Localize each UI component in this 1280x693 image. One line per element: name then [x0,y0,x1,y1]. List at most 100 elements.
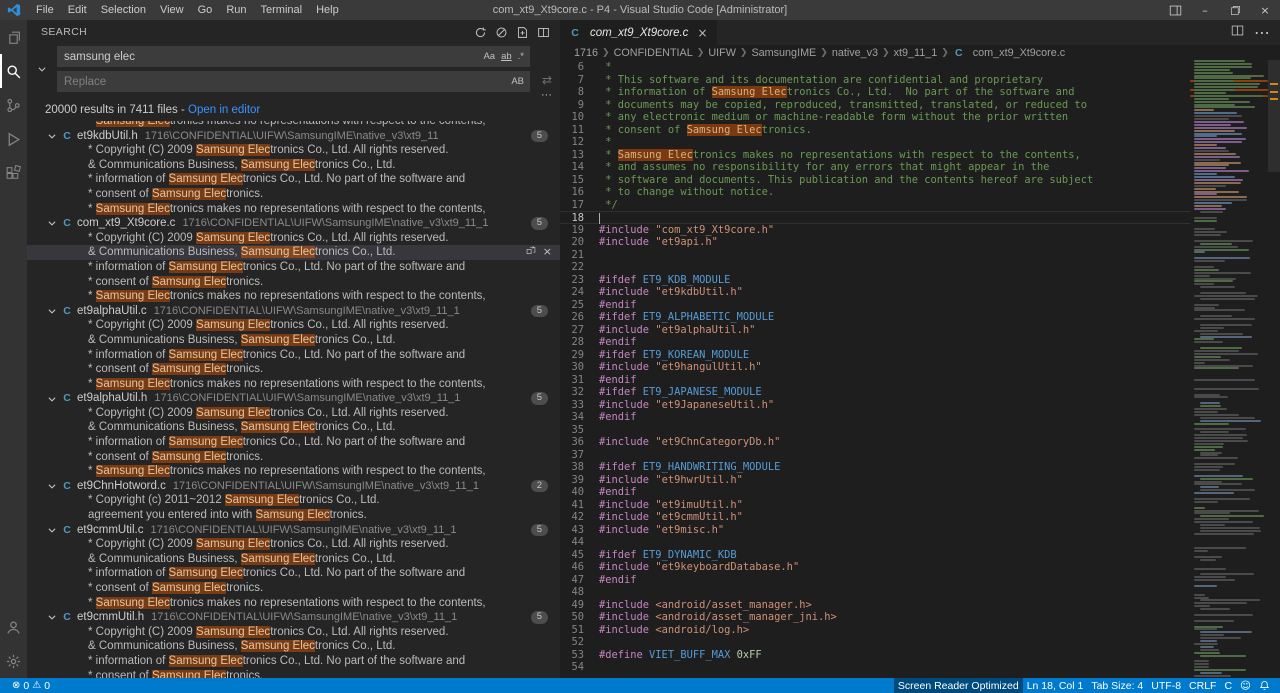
scrollbar-slider[interactable] [1268,60,1280,172]
search-result-match[interactable]: & Communications Business, Samsung Elect… [27,245,560,260]
chevron-down-icon[interactable] [47,218,61,228]
search-result-match[interactable]: * Samsung Electronics makes no represent… [27,289,560,304]
status-utf-8[interactable]: UTF-8 [1147,678,1185,693]
search-result-match[interactable]: * consent of Samsung Electronics. [27,581,560,596]
status-crlf[interactable]: CRLF [1185,678,1220,693]
search-result-match[interactable]: * information of Samsung Electronics Co.… [27,172,560,187]
status-tab-size-4[interactable]: Tab Size: 4 [1087,678,1147,693]
preserve-case-icon[interactable]: AB [509,76,526,88]
tab-close-icon[interactable]: × [697,26,707,40]
search-result-file[interactable]: Cet9alphaUtil.c1716\CONFIDENTIAL\UIFW\Sa… [27,304,560,319]
more-actions-icon[interactable]: ⋯ [1254,23,1270,42]
search-result-match[interactable]: & Communications Business, Samsung Elect… [27,420,560,435]
search-result-match[interactable]: * Samsung Electronics makes no represent… [27,377,560,392]
search-result-file[interactable]: Cet9cmmUtil.h1716\CONFIDENTIAL\UIFW\Sams… [27,610,560,625]
search-result-match[interactable]: * Copyright (C) 2009 Samsung Electronics… [27,625,560,640]
minimize-icon[interactable]: – [1190,0,1220,20]
search-result-match[interactable]: * information of Samsung Electronics Co.… [27,260,560,275]
chevron-down-icon[interactable] [47,394,61,404]
menu-terminal[interactable]: Terminal [254,0,310,20]
menu-file[interactable]: File [29,0,61,20]
breadcrumb-item[interactable]: CONFIDENTIAL [614,47,693,59]
menu-view[interactable]: View [153,0,191,20]
search-result-match[interactable]: * Copyright (C) 2009 Samsung Electronics… [27,537,560,552]
activity-settings[interactable] [0,644,27,678]
search-result-match[interactable]: * Copyright (C) 2009 Samsung Electronics… [27,143,560,158]
replace-icon[interactable] [526,245,537,260]
regex-icon[interactable]: .* [516,51,526,63]
search-result-file[interactable]: Cet9ChnHotword.c1716\CONFIDENTIAL\UIFW\S… [27,479,560,494]
search-result-match[interactable]: * Samsung Electronics makes no represent… [27,121,560,129]
bell-icon[interactable] [1255,678,1274,693]
replace-input[interactable] [57,71,530,92]
search-result-match[interactable]: * Copyright (c) 2011~2012 Samsung Electr… [27,493,560,508]
chevron-down-icon[interactable] [47,481,61,491]
search-result-match[interactable]: & Communications Business, Samsung Elect… [27,639,560,654]
activity-explorer[interactable] [0,20,27,54]
toggle-search-details-icon[interactable]: ··· [541,91,552,99]
search-result-match[interactable]: agreement you entered into with Samsung … [27,508,560,523]
search-result-file[interactable]: Cet9kdbUtil.h1716\CONFIDENTIAL\UIFW\Sams… [27,129,560,144]
search-result-match[interactable]: * information of Samsung Electronics Co.… [27,566,560,581]
code-editor[interactable]: 6 *7 * This software and its documentati… [560,60,1190,678]
search-result-match[interactable]: & Communications Business, Samsung Elect… [27,333,560,348]
search-result-match[interactable]: * Samsung Electronics makes no represent… [27,202,560,217]
search-result-match[interactable]: * information of Samsung Electronics Co.… [27,654,560,669]
chevron-down-icon[interactable] [47,612,61,622]
refresh-icon[interactable] [471,23,489,41]
breadcrumb-item[interactable]: xt9_11_1 [894,47,938,59]
search-result-match[interactable]: * information of Samsung Electronics Co.… [27,435,560,450]
open-in-editor-icon[interactable] [534,23,552,41]
activity-run-debug[interactable] [0,122,27,156]
search-result-match[interactable]: * consent of Samsung Electronics. [27,275,560,290]
search-result-match[interactable]: * Copyright (C) 2009 Samsung Electronics… [27,318,560,333]
chevron-down-icon[interactable] [47,525,61,535]
match-case-icon[interactable]: Aa [481,51,497,63]
menu-run[interactable]: Run [219,0,253,20]
search-result-match[interactable]: * Copyright (C) 2009 Samsung Electronics… [27,231,560,246]
search-result-match[interactable]: * consent of Samsung Electronics. [27,669,560,678]
search-result-match[interactable]: * Samsung Electronics makes no represent… [27,596,560,611]
problems-indicator[interactable]: ⊗ 0 ⚠ 0 [8,678,54,693]
chevron-down-icon[interactable] [47,131,61,141]
replace-all-icon[interactable]: ⇄ [542,73,552,87]
search-result-match[interactable]: * consent of Samsung Electronics. [27,362,560,377]
overview-ruler[interactable] [1268,60,1280,678]
split-editor-icon[interactable] [1231,24,1244,42]
clear-results-icon[interactable] [492,23,510,41]
activity-extensions[interactable] [0,156,27,190]
minimap[interactable] [1190,60,1268,678]
activity-source-control[interactable] [0,88,27,122]
search-result-match[interactable]: * information of Samsung Electronics Co.… [27,348,560,363]
activity-search[interactable] [0,54,27,88]
activity-account[interactable] [0,610,27,644]
menu-selection[interactable]: Selection [94,0,153,20]
search-result-file[interactable]: Ccom_xt9_Xt9core.c1716\CONFIDENTIAL\UIFW… [27,216,560,231]
search-result-file[interactable]: Cet9cmmUtil.c1716\CONFIDENTIAL\UIFW\Sams… [27,523,560,538]
menu-help[interactable]: Help [309,0,346,20]
breadcrumb-file[interactable]: Ccom_xt9_Xt9core.c [953,47,1065,59]
status-c[interactable]: C [1220,678,1236,693]
open-in-editor-link[interactable]: Open in editor [188,104,260,116]
tab-com-xt9-xt9core[interactable]: C com_xt9_Xt9core.c × [560,20,717,45]
search-result-match[interactable]: & Communications Business, Samsung Elect… [27,552,560,567]
search-result-match[interactable]: * consent of Samsung Electronics. [27,187,560,202]
search-result-match[interactable]: * Copyright (C) 2009 Samsung Electronics… [27,406,560,421]
search-result-match[interactable]: & Communications Business, Samsung Elect… [27,158,560,173]
search-result-match[interactable]: * consent of Samsung Electronics. [27,450,560,465]
status-ln-18-col-1[interactable]: Ln 18, Col 1 [1023,678,1088,693]
layout-icon[interactable] [1160,0,1190,20]
dismiss-icon[interactable]: × [543,245,552,260]
menu-go[interactable]: Go [191,0,220,20]
breadcrumb-item[interactable]: native_v3 [832,47,878,59]
status-screen-reader-optimized[interactable]: Screen Reader Optimized [894,678,1023,693]
search-input[interactable] [57,46,530,67]
breadcrumb-item[interactable]: UIFW [708,47,736,59]
feedback-icon[interactable]: ☺ [1236,678,1255,693]
new-search-editor-icon[interactable] [513,23,531,41]
breadcrumb-item[interactable]: SamsungIME [751,47,816,59]
toggle-replace-icon[interactable] [37,58,51,80]
close-icon[interactable]: × [1250,0,1280,20]
search-result-file[interactable]: Cet9alphaUtil.h1716\CONFIDENTIAL\UIFW\Sa… [27,391,560,406]
whole-word-icon[interactable]: ab [499,51,514,63]
